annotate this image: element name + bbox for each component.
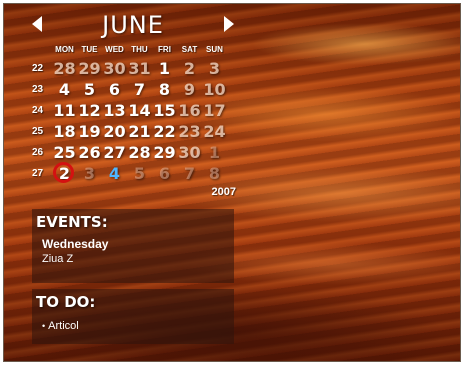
day-cell[interactable]: 18	[52, 121, 77, 142]
day-cell[interactable]: 29	[152, 142, 177, 163]
events-panel: EVENTS: Wednesday Ziua Z	[32, 209, 234, 283]
day-cell[interactable]: 6	[152, 163, 177, 184]
week-number: 26	[32, 147, 44, 158]
day-cell[interactable]: 16	[177, 100, 202, 121]
calendar-grid: 22 28 29 30 31 1 2 3 23 4 5 6 7 8 9 10 24 11 12 13 14 15 16 17 2…	[28, 58, 238, 184]
calendar-week-row: 23 4 5 6 7 8 9 10	[28, 79, 238, 100]
day-cell[interactable]: 8	[152, 79, 177, 100]
calendar-header: JUNE	[28, 8, 238, 42]
day-cell[interactable]: 3	[77, 163, 102, 184]
day-cell[interactable]: 13	[102, 100, 127, 121]
desktop-background: JUNE MON TUE WED THU FRI SAT SUN 22 28 29 3…	[3, 3, 461, 362]
event-text[interactable]: Ziua Z	[32, 251, 234, 265]
day-cell[interactable]: 30	[177, 142, 202, 163]
day-cell[interactable]: 15	[152, 100, 177, 121]
events-heading: EVENTS:	[36, 213, 108, 231]
day-cell[interactable]: 7	[177, 163, 202, 184]
weekday-label: FRI	[158, 45, 171, 54]
event-day[interactable]: Wednesday	[32, 231, 234, 251]
year-label: 2007	[211, 186, 236, 198]
weekday-label: SUN	[206, 45, 223, 54]
calendar-week-row: 25 18 19 20 21 22 23 24	[28, 121, 238, 142]
day-cell[interactable]: 27	[102, 142, 127, 163]
calendar-week-row: 24 11 12 13 14 15 16 17	[28, 100, 238, 121]
todo-item[interactable]: • Articol	[32, 311, 234, 332]
day-cell[interactable]: 1	[152, 58, 177, 79]
today-day-cell[interactable]: 2	[52, 162, 77, 184]
day-cell[interactable]: 29	[77, 58, 102, 79]
day-cell[interactable]: 4	[52, 79, 77, 100]
day-cell[interactable]: 12	[77, 100, 102, 121]
calendar-week-row: 22 28 29 30 31 1 2 3	[28, 58, 238, 79]
day-cell[interactable]: 14	[127, 100, 152, 121]
day-cell[interactable]: 21	[127, 121, 152, 142]
weekday-label: TUE	[81, 45, 98, 54]
week-number: 25	[32, 126, 44, 137]
calendar-week-row: 27 2 3 4 5 6 7 8	[28, 162, 238, 184]
weekday-label: SAT	[181, 45, 198, 54]
day-cell[interactable]: 10	[202, 79, 227, 100]
day-cell[interactable]: 17	[202, 100, 227, 121]
day-cell[interactable]: 23	[177, 121, 202, 142]
weekday-label: THU	[131, 45, 148, 54]
week-number: 22	[32, 63, 44, 74]
day-cell[interactable]: 19	[77, 121, 102, 142]
day-cell[interactable]: 28	[52, 58, 77, 79]
bullet-icon: •	[42, 321, 46, 331]
day-cell[interactable]: 7	[127, 79, 152, 100]
day-cell[interactable]: 26	[77, 142, 102, 163]
week-number: 23	[32, 84, 44, 95]
week-number: 27	[32, 168, 44, 179]
day-cell[interactable]: 1	[202, 142, 227, 163]
weekday-label: WED	[105, 45, 124, 54]
day-cell[interactable]: 22	[152, 121, 177, 142]
todo-heading: TO DO:	[36, 293, 96, 311]
day-cell[interactable]: 9	[177, 79, 202, 100]
day-cell[interactable]: 30	[102, 58, 127, 79]
day-cell[interactable]: 28	[127, 142, 152, 163]
weekday-label: MON	[55, 45, 74, 54]
day-cell[interactable]: 24	[202, 121, 227, 142]
previous-month-arrow-icon[interactable]	[32, 16, 42, 32]
day-cell[interactable]: 2	[177, 58, 202, 79]
day-cell[interactable]: 31	[127, 58, 152, 79]
todo-item-text: Articol	[48, 320, 79, 332]
week-number: 24	[32, 105, 44, 116]
calendar-widget: JUNE MON TUE WED THU FRI SAT SUN 22 28 29 3…	[28, 8, 238, 198]
day-cell[interactable]: 25	[52, 142, 77, 163]
next-month-arrow-icon[interactable]	[224, 16, 234, 32]
month-title: JUNE	[102, 11, 164, 39]
day-cell[interactable]: 6	[102, 79, 127, 100]
day-cell[interactable]: 5	[127, 163, 152, 184]
day-cell[interactable]: 4	[102, 163, 127, 184]
day-cell[interactable]: 20	[102, 121, 127, 142]
day-cell[interactable]: 8	[202, 163, 227, 184]
weekday-header: MON TUE WED THU FRI SAT SUN	[28, 42, 238, 58]
todo-panel: TO DO: • Articol	[32, 289, 234, 344]
day-cell[interactable]: 5	[77, 79, 102, 100]
calendar-week-row: 26 25 26 27 28 29 30 1	[28, 142, 238, 163]
day-cell[interactable]: 3	[202, 58, 227, 79]
day-cell[interactable]: 11	[52, 100, 77, 121]
